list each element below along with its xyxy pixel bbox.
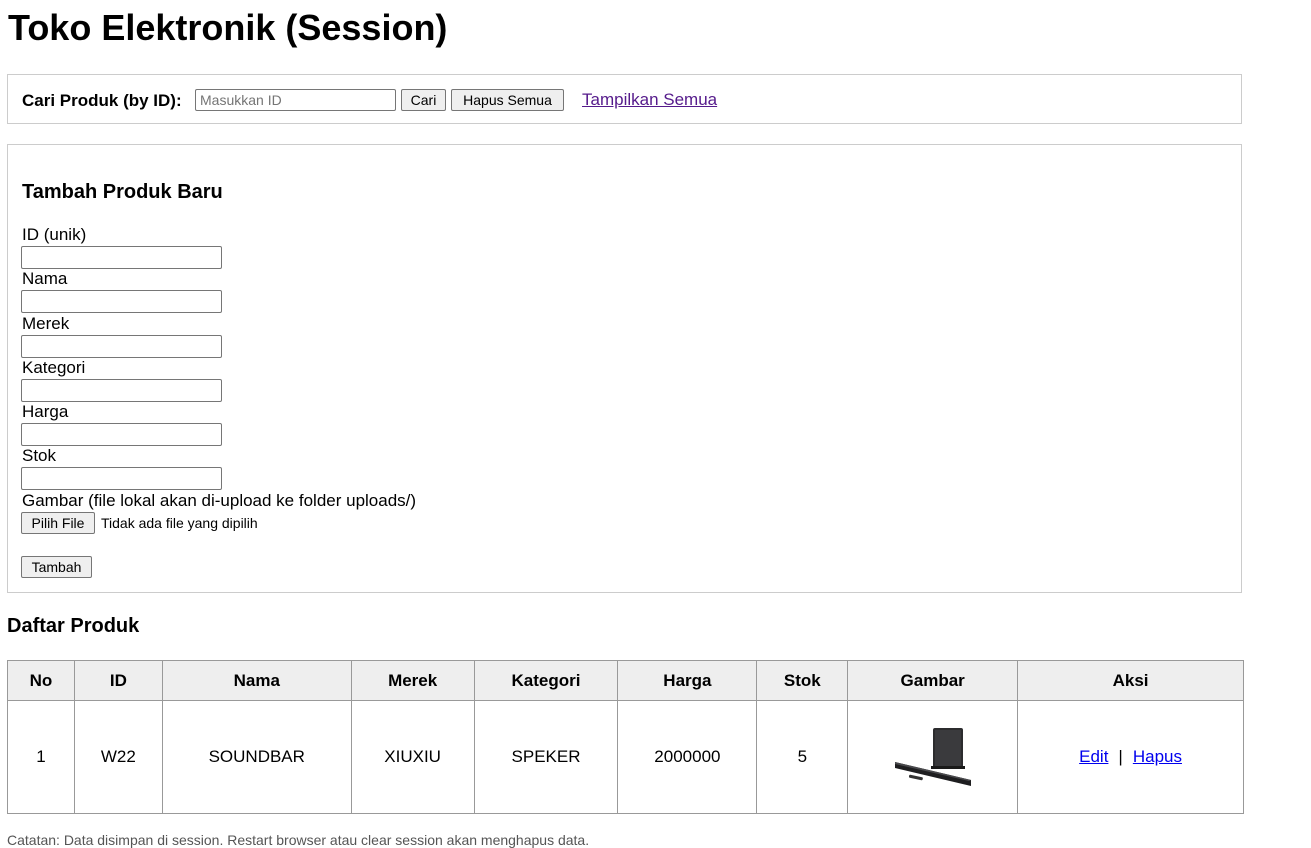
- header-no: No: [7, 660, 75, 701]
- category-field[interactable]: [21, 379, 222, 402]
- choose-file-button[interactable]: Pilih File: [21, 512, 95, 534]
- brand-label: Merek: [22, 314, 70, 333]
- price-field[interactable]: [21, 423, 222, 446]
- product-table: No ID Nama Merek Kategori Harga Stok Gam…: [7, 660, 1244, 814]
- header-price: Harga: [617, 660, 758, 701]
- cell-id: W22: [73, 700, 163, 814]
- category-label: Kategori: [22, 358, 86, 377]
- file-status: Tidak ada file yang dipilih: [101, 515, 258, 531]
- add-button[interactable]: Tambah: [21, 556, 92, 578]
- clear-all-button[interactable]: Hapus Semua: [451, 89, 564, 111]
- cell-image: [847, 700, 1019, 814]
- table-header-row: No ID Nama Merek Kategori Harga Stok Gam…: [7, 660, 1244, 701]
- header-category: Kategori: [473, 660, 619, 701]
- header-id: ID: [73, 660, 163, 701]
- add-product-form: Tambah Produk Baru ID (unik) Nama Merek …: [7, 144, 1242, 593]
- page-title: Toko Elektronik (Session): [8, 7, 448, 48]
- search-label: Cari Produk (by ID):: [22, 91, 182, 110]
- header-brand: Merek: [350, 660, 475, 701]
- search-section: Cari Produk (by ID): Cari Hapus Semua Ta…: [7, 74, 1242, 124]
- cell-brand: XIUXIU: [350, 700, 475, 814]
- show-all-link[interactable]: Tampilkan Semua: [582, 90, 717, 110]
- stock-field[interactable]: [21, 467, 222, 490]
- header-image: Gambar: [847, 660, 1019, 701]
- stock-label: Stok: [22, 446, 57, 465]
- cell-name: SOUNDBAR: [161, 700, 352, 814]
- delete-link[interactable]: Hapus: [1133, 747, 1182, 766]
- form-title: Tambah Produk Baru: [22, 181, 223, 203]
- id-field[interactable]: [21, 246, 222, 269]
- price-label: Harga: [22, 402, 69, 421]
- table-row: 1 W22 SOUNDBAR XIUXIU SPEKER 2000000 5 E…: [7, 700, 1244, 814]
- header-stock: Stok: [756, 660, 849, 701]
- cell-category: SPEKER: [473, 700, 619, 814]
- image-label: Gambar (file lokal akan di-upload ke fol…: [22, 491, 417, 510]
- id-label: ID (unik): [22, 225, 87, 244]
- header-actions: Aksi: [1017, 660, 1244, 701]
- name-label: Nama: [22, 269, 68, 288]
- footer-note: Catatan: Data disimpan di session. Resta…: [7, 832, 590, 848]
- cell-stock: 5: [756, 700, 849, 814]
- search-button[interactable]: Cari: [401, 89, 446, 111]
- header-name: Nama: [161, 660, 352, 701]
- edit-link[interactable]: Edit: [1079, 747, 1108, 766]
- action-separator: |: [1118, 747, 1123, 766]
- cell-price: 2000000: [617, 700, 758, 814]
- product-list-title: Daftar Produk: [7, 615, 140, 637]
- soundbar-product-image: [894, 728, 971, 786]
- cell-actions: Edit | Hapus: [1017, 700, 1244, 814]
- name-field[interactable]: [21, 290, 222, 313]
- cell-no: 1: [7, 700, 75, 814]
- brand-field[interactable]: [21, 335, 222, 358]
- search-input[interactable]: [195, 89, 396, 111]
